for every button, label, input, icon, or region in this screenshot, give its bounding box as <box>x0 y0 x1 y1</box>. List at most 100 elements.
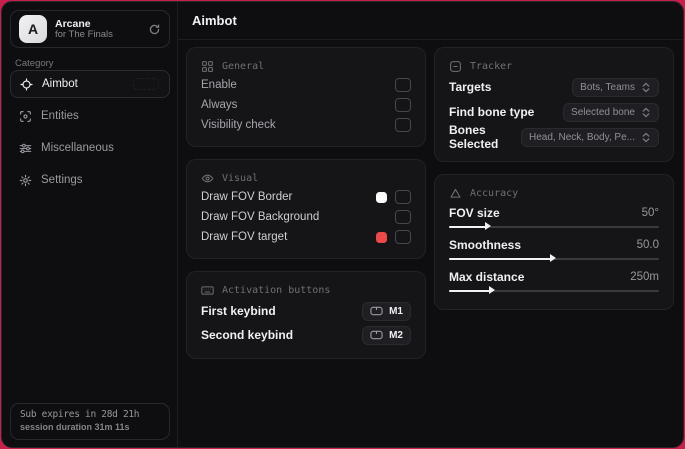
slider-thumb[interactable] <box>549 254 556 262</box>
page-title: Aimbot <box>192 13 237 28</box>
sidebar-item-miscellaneous[interactable]: Miscellaneous <box>10 134 170 162</box>
session-duration-text: session duration 31m 11s <box>20 422 130 432</box>
sidebar-item-label: Settings <box>41 174 83 186</box>
chevron-up-down-icon <box>642 107 650 117</box>
sidebar-nav: Aimbot Entities Miscellaneous Settings <box>10 70 170 198</box>
setting-row-targets: Targets Bots, Teams <box>449 77 659 97</box>
setting-label: Second keybind <box>201 328 294 342</box>
second-keybind-button[interactable]: M2 <box>362 325 411 345</box>
first-keybind-button[interactable]: M1 <box>362 301 411 321</box>
slider-thumb[interactable] <box>484 222 491 230</box>
draw-fov-background-checkbox[interactable] <box>395 210 411 224</box>
keybind-hint <box>133 78 159 90</box>
chevron-up-down-icon <box>642 82 650 92</box>
targets-dropdown[interactable]: Bots, Teams <box>572 77 659 97</box>
slider-value: 50.0 <box>636 239 659 251</box>
tracker-card: Tracker Targets Bots, Teams Find bone ty… <box>434 47 674 162</box>
mouse-icon <box>370 330 383 340</box>
sidebar-item-label: Aimbot <box>42 78 78 90</box>
setting-label: Bones Selected <box>449 123 499 151</box>
slider-fill <box>449 290 491 292</box>
slider-label: Max distance <box>449 270 525 284</box>
gear-icon <box>19 174 32 186</box>
setting-label: Draw FOV target <box>201 231 288 243</box>
category-label: Category <box>15 58 54 69</box>
setting-label: Visibility check <box>201 119 276 131</box>
card-title: Tracker <box>470 60 513 72</box>
setting-label: Find bone type <box>449 105 535 119</box>
setting-label: Always <box>201 99 238 111</box>
fov-size-slider[interactable] <box>449 222 659 231</box>
dropdown-value: Bots, Teams <box>580 81 635 93</box>
sidebar-item-aimbot[interactable]: Aimbot <box>10 70 170 98</box>
sidebar-item-entities[interactable]: Entities <box>10 102 170 130</box>
setting-label: Draw FOV Border <box>201 191 293 203</box>
subscription-info: Sub expires in 28d 21h session duration … <box>10 403 170 440</box>
max-distance-slider[interactable] <box>449 286 659 295</box>
sliders-icon <box>19 143 32 153</box>
sidebar-item-settings[interactable]: Settings <box>10 166 170 194</box>
eye-icon <box>201 174 214 182</box>
refresh-icon[interactable] <box>148 23 161 36</box>
dropdown-value: Selected bone <box>571 106 635 118</box>
draw-fov-border-checkbox[interactable] <box>395 190 411 204</box>
activation-card: Activation buttons First keybind M1 Seco… <box>186 271 426 359</box>
mouse-icon <box>370 306 383 316</box>
chevron-up-down-icon <box>642 132 650 142</box>
sidebar-item-label: Miscellaneous <box>41 142 114 154</box>
setting-row-always: Always <box>201 98 411 112</box>
max-distance-slider-group: Max distance 250m <box>449 269 659 295</box>
scan-icon <box>20 110 31 122</box>
enable-checkbox[interactable] <box>395 78 411 92</box>
find-bone-type-dropdown[interactable]: Selected bone <box>563 102 659 122</box>
slider-value: 50° <box>641 207 659 219</box>
card-title: General <box>222 60 265 72</box>
bones-selected-dropdown[interactable]: Head, Neck, Body, Pe... <box>521 127 659 147</box>
setting-row-draw-fov-target: Draw FOV target <box>201 230 411 244</box>
setting-row-find-bone-type: Find bone type Selected bone <box>449 102 659 122</box>
smoothness-slider[interactable] <box>449 254 659 263</box>
sub-expires-text: Sub expires in 28d 21h <box>20 409 140 420</box>
triangle-icon <box>450 188 461 198</box>
visibility-check-checkbox[interactable] <box>395 118 411 132</box>
always-checkbox[interactable] <box>395 98 411 112</box>
slider-fill <box>449 226 487 228</box>
screen: A Arcane for The Finals Category Aimbot … <box>0 0 685 449</box>
general-card: General Enable Always Visibility check <box>186 47 426 147</box>
setting-row-draw-fov-border: Draw FOV Border <box>201 190 411 204</box>
setting-row-visibility-check: Visibility check <box>201 118 411 132</box>
app-subtitle: for The Finals <box>55 28 113 40</box>
slider-thumb[interactable] <box>489 286 495 294</box>
accuracy-card-header: Accuracy <box>449 187 659 199</box>
setting-row-draw-fov-background: Draw FOV Background <box>201 210 411 224</box>
general-card-header: General <box>201 60 411 72</box>
setting-label: Enable <box>201 79 237 91</box>
card-title: Accuracy <box>470 187 519 199</box>
dropdown-value: Head, Neck, Body, Pe... <box>529 131 635 143</box>
sidebar-item-label: Entities <box>41 110 79 122</box>
app-header: A Arcane for The Finals <box>10 10 170 48</box>
target-box-icon <box>450 60 461 72</box>
keyboard-icon <box>201 285 214 295</box>
fov-border-color-swatch[interactable] <box>376 191 387 203</box>
activation-card-header: Activation buttons <box>201 284 411 296</box>
page-header: Aimbot <box>178 2 683 40</box>
tracker-card-header: Tracker <box>449 60 659 72</box>
card-title: Activation buttons <box>222 284 331 296</box>
smoothness-slider-group: Smoothness 50.0 <box>449 237 659 263</box>
keybind-value: M1 <box>389 305 403 317</box>
main-area: Aimbot General Enable Always Visibility … <box>178 2 683 447</box>
crosshair-icon <box>20 77 33 91</box>
visual-card: Visual Draw FOV Border Draw FOV Backgrou… <box>186 159 426 259</box>
app-window: A Arcane for The Finals Category Aimbot … <box>1 1 684 448</box>
fov-target-color-swatch[interactable] <box>376 231 387 243</box>
setting-row-enable: Enable <box>201 78 411 92</box>
right-column: Tracker Targets Bots, Teams Find bone ty… <box>434 47 674 322</box>
visual-card-header: Visual <box>201 172 411 184</box>
grid-icon <box>202 60 213 72</box>
fov-size-slider-group: FOV size 50° <box>449 205 659 231</box>
slider-label: FOV size <box>449 206 500 220</box>
slider-fill <box>449 258 552 260</box>
draw-fov-target-checkbox[interactable] <box>395 230 411 244</box>
setting-label: Draw FOV Background <box>201 211 320 223</box>
